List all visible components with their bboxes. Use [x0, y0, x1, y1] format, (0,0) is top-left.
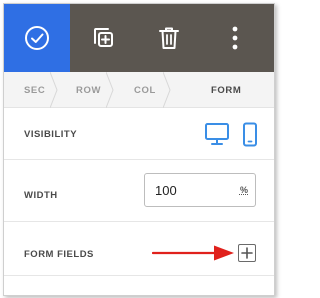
breadcrumb-separator: [106, 72, 114, 108]
visibility-row: VISIBILITY: [4, 108, 274, 160]
breadcrumb-label: FORM: [211, 84, 242, 96]
breadcrumb-label: SEC: [24, 84, 46, 96]
width-value: 100: [155, 183, 177, 198]
toolbar: [4, 4, 274, 72]
more-vertical-icon: [232, 26, 238, 50]
width-input[interactable]: 100 %: [144, 173, 256, 207]
check-circle-icon: [25, 26, 49, 50]
breadcrumb-separator: [163, 72, 171, 108]
mobile-icon[interactable]: [242, 122, 258, 148]
trash-icon: [159, 27, 179, 49]
breadcrumb-item-sec[interactable]: SEC: [4, 72, 58, 108]
settings-panel: SEC ROW COL FORM VISIBILITY WIDTH 100 % …: [3, 3, 275, 296]
confirm-button[interactable]: [4, 4, 70, 72]
duplicate-button[interactable]: [70, 4, 136, 72]
plus-icon: [241, 247, 253, 259]
desktop-icon[interactable]: [204, 122, 230, 146]
form-fields-row: FORM FIELDS: [4, 222, 274, 276]
breadcrumb-item-col[interactable]: COL: [114, 72, 171, 108]
breadcrumb-item-form[interactable]: FORM: [171, 72, 271, 108]
width-row: WIDTH 100 %: [4, 160, 274, 222]
width-label: WIDTH: [24, 190, 58, 201]
breadcrumb-label: ROW: [76, 84, 102, 96]
width-unit[interactable]: %: [240, 185, 248, 195]
breadcrumb-item-row[interactable]: ROW: [58, 72, 114, 108]
delete-button[interactable]: [136, 4, 202, 72]
red-arrow-annotation: [152, 245, 234, 261]
breadcrumb: SEC ROW COL FORM: [4, 72, 274, 108]
add-form-field-button[interactable]: [238, 244, 256, 262]
visibility-label: VISIBILITY: [24, 129, 78, 140]
breadcrumb-label: COL: [134, 84, 156, 96]
more-options-button[interactable]: [202, 4, 268, 72]
duplicate-icon: [94, 28, 113, 47]
breadcrumb-separator: [50, 72, 58, 108]
form-fields-label: FORM FIELDS: [24, 249, 94, 260]
